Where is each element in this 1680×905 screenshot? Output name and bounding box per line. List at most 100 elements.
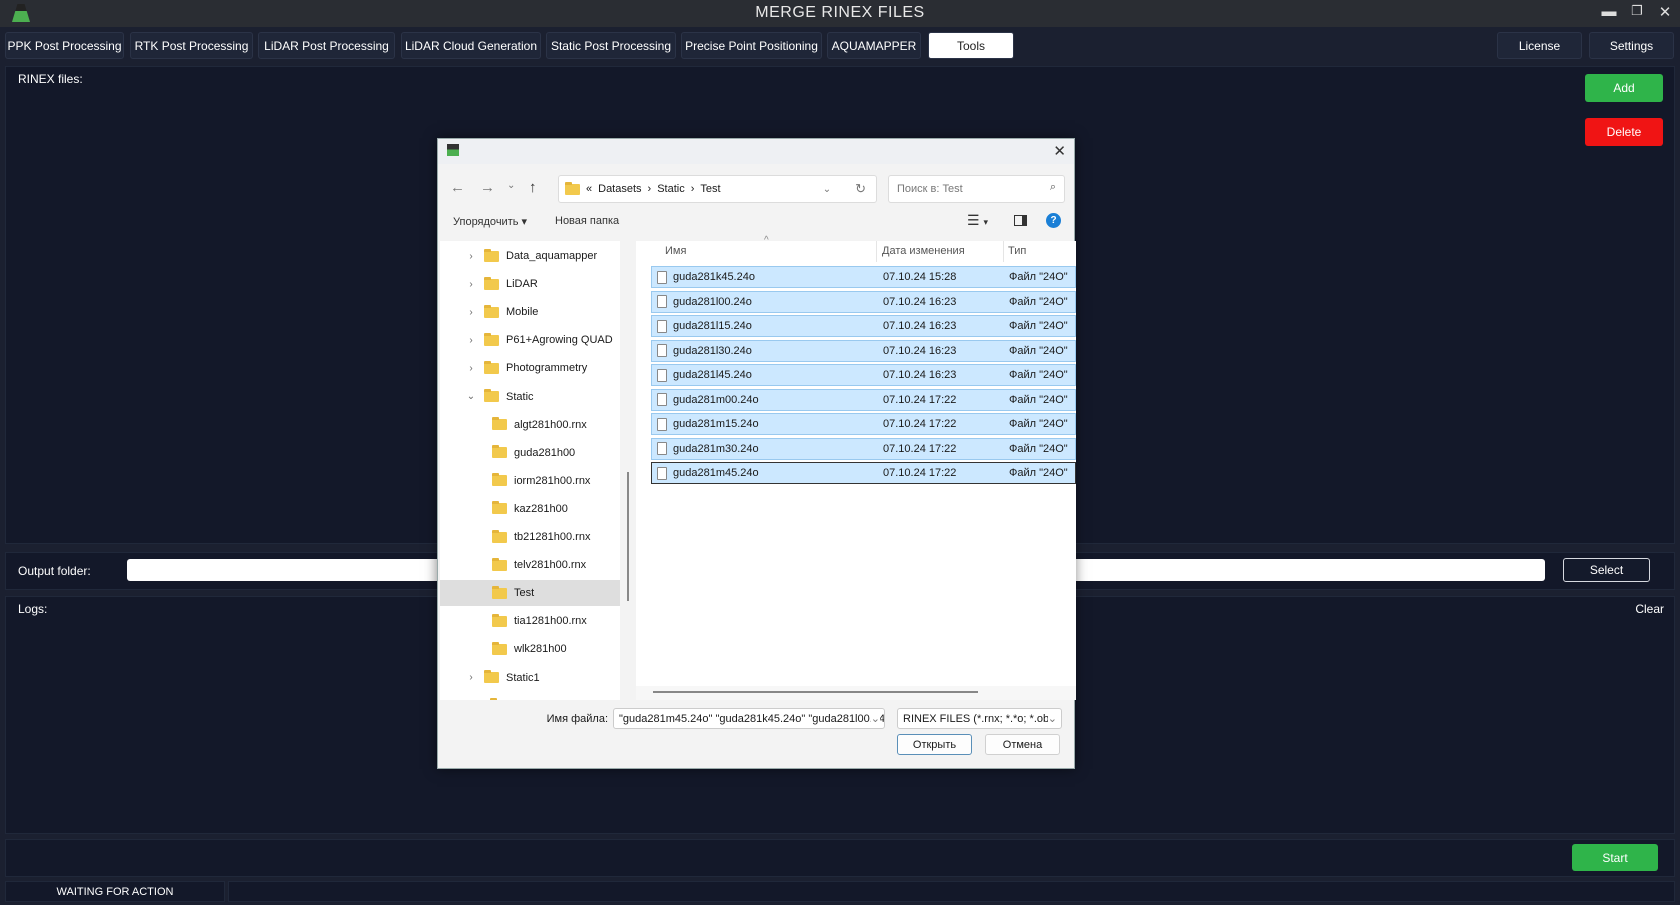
tab-ppk-post-processing[interactable]: PPK Post Processing <box>5 32 124 59</box>
tab-lidar-post-processing[interactable]: LiDAR Post Processing <box>258 32 395 59</box>
file-row[interactable]: guda281m30.24o 07.10.24 17:22 Файл "24O" <box>651 437 1076 460</box>
file-type-dropdown-icon[interactable]: ⌄ <box>1047 712 1057 725</box>
add-button[interactable]: Add <box>1585 74 1663 102</box>
tree-item[interactable]: › LiDAR <box>440 271 620 297</box>
folder-icon <box>492 613 507 627</box>
restore-icon[interactable]: ❐ <box>1627 3 1647 19</box>
file-date: 07.10.24 15:28 <box>883 271 957 283</box>
address-bar[interactable]: « Datasets › Static › Test ⌄ ↻ <box>558 175 877 203</box>
tab-aquamapper[interactable]: AQUAMAPPER <box>827 32 921 59</box>
file-type: Файл "24O" <box>1009 295 1068 308</box>
folder-icon <box>492 557 507 571</box>
tab-tools[interactable]: Tools <box>928 32 1014 59</box>
tree-item[interactable]: › P61+Agrowing QUAD <box>440 327 620 353</box>
tree-item[interactable]: ⌄ Static <box>440 384 620 410</box>
file-row[interactable]: guda281l00.24o 07.10.24 16:23 Файл "24O" <box>651 290 1076 313</box>
chevron-right-icon[interactable]: › <box>464 335 478 346</box>
tree-item[interactable]: › Data_aquamapper <box>440 243 620 269</box>
rinex-files-label: RINEX files: <box>18 72 83 86</box>
tab-static-post-processing[interactable]: Static Post Processing <box>546 32 676 59</box>
column-name[interactable]: Имя <box>665 245 686 257</box>
filename-dropdown-icon[interactable]: ⌄ <box>870 712 880 725</box>
tab-precise-point-positioning[interactable]: Precise Point Positioning <box>681 32 822 59</box>
tree-item-label: tb21281h00.rnx <box>514 531 591 543</box>
recent-chevron-icon[interactable]: ⌄ <box>507 180 515 191</box>
chevron-right-icon[interactable]: › <box>464 307 478 318</box>
tree-scrollbar[interactable] <box>627 472 629 601</box>
tree-item[interactable]: › Mobile <box>440 299 620 325</box>
dialog-close-icon[interactable]: ✕ <box>1053 142 1066 160</box>
address-dropdown-icon[interactable]: ⌄ <box>823 184 831 195</box>
breadcrumb-test[interactable]: Test <box>700 183 720 195</box>
file-row[interactable]: guda281m00.24o 07.10.24 17:22 Файл "24O" <box>651 388 1076 411</box>
file-row[interactable]: guda281l15.24o 07.10.24 16:23 Файл "24O" <box>651 315 1076 337</box>
start-button[interactable]: Start <box>1572 844 1658 871</box>
file-icon <box>657 270 667 284</box>
sort-ascending-icon: ^ <box>764 235 769 246</box>
file-row[interactable]: guda281l45.24o 07.10.24 16:23 Файл "24O" <box>651 364 1076 386</box>
column-date[interactable]: Дата изменения <box>882 245 965 257</box>
tree-item[interactable]: › Static1 <box>440 665 620 691</box>
file-row[interactable]: guda281k45.24o 07.10.24 15:28 Файл "24O" <box>651 266 1076 288</box>
file-type-select[interactable]: RINEX FILES (*.rnx; *.*o; *.obs; * ⌄ <box>897 708 1062 729</box>
tree-item-label: kaz281h00 <box>514 502 568 515</box>
tab-settings[interactable]: Settings <box>1589 32 1674 59</box>
tree-item-label: tia1281h00.rnx <box>514 615 587 628</box>
cancel-button[interactable]: Отмена <box>985 734 1060 755</box>
close-icon[interactable]: ✕ <box>1655 3 1675 21</box>
tree-item[interactable]: algt281h00.rnx <box>440 412 620 438</box>
file-type: Файл "24O" <box>1009 369 1068 381</box>
view-options-icon[interactable]: ☰ ▾ <box>967 212 988 229</box>
file-row[interactable]: guda281m15.24o 07.10.24 17:22 Файл "24O" <box>651 413 1076 435</box>
breadcrumb-overflow[interactable]: « <box>586 183 592 195</box>
tree-item-label: P61+Agrowing QUAD <box>506 334 613 347</box>
tab-lidar-cloud-generation[interactable]: LiDAR Cloud Generation <box>401 32 541 59</box>
tab-rtk-post-processing[interactable]: RTK Post Processing <box>130 32 253 59</box>
tree-item[interactable]: telv281h00.rnx <box>440 552 620 578</box>
file-row[interactable]: guda281m45.24o 07.10.24 17:22 Файл "24O" <box>651 462 1076 484</box>
chevron-right-icon[interactable]: › <box>464 672 478 683</box>
chevron-right-icon[interactable]: › <box>464 363 478 374</box>
file-icon <box>657 319 667 333</box>
horizontal-scrollbar[interactable] <box>653 691 978 693</box>
chevron-right-icon[interactable]: › <box>464 251 478 262</box>
help-icon[interactable]: ? <box>1046 213 1061 228</box>
filename-input[interactable]: "guda281m45.24o" "guda281k45.24o" "guda2… <box>613 708 885 729</box>
tree-item[interactable]: kaz281h00 <box>440 496 620 522</box>
select-button[interactable]: Select <box>1563 558 1650 582</box>
up-icon[interactable]: ↑ <box>529 179 537 196</box>
breadcrumb-datasets[interactable]: Datasets <box>598 183 641 195</box>
chevron-down-icon[interactable]: ⌄ <box>464 391 478 402</box>
preview-pane-icon[interactable] <box>1014 215 1027 226</box>
minimize-icon[interactable]: ▬ <box>1599 3 1619 20</box>
tree-item[interactable]: iorm281h00.rnx <box>440 468 620 494</box>
chevron-right-icon[interactable]: › <box>464 279 478 290</box>
forward-icon[interactable]: → <box>480 179 495 196</box>
file-type: Файл "24O" <box>1009 467 1068 479</box>
filename-label: Имя файла: <box>546 713 608 725</box>
file-row[interactable]: guda281l30.24o 07.10.24 16:23 Файл "24O" <box>651 339 1076 362</box>
tree-item[interactable]: guda281h00 <box>440 440 620 466</box>
open-file-dialog: ✕ ← → ⌄ ↑ « Datasets › Static › Test ⌄ ↻ П… <box>437 138 1076 769</box>
tree-item[interactable]: wlk281h00 <box>440 636 620 662</box>
column-divider[interactable] <box>876 241 877 262</box>
search-input[interactable]: Поиск в: Test ⌕ <box>888 175 1065 203</box>
back-icon[interactable]: ← <box>450 179 465 196</box>
tree-item[interactable]: tia1281h00.rnx <box>440 608 620 634</box>
file-date: 07.10.24 16:23 <box>883 295 957 308</box>
column-divider[interactable] <box>1003 241 1004 262</box>
tree-item[interactable]: Test <box>440 580 620 607</box>
delete-button[interactable]: Delete <box>1585 118 1663 146</box>
open-button[interactable]: Открыть <box>897 734 972 755</box>
clear-logs-button[interactable]: Clear <box>1635 602 1664 616</box>
tree-item[interactable]: tb21281h00.rnx <box>440 524 620 550</box>
tree-item[interactable] <box>440 693 620 700</box>
tab-license[interactable]: License <box>1497 32 1582 59</box>
breadcrumb-static[interactable]: Static <box>657 183 685 195</box>
column-type[interactable]: Тип <box>1008 245 1026 257</box>
file-list-header: Имя ^ Дата изменения Тип <box>636 235 1076 262</box>
new-folder-button[interactable]: Новая папка <box>555 215 619 227</box>
tree-item[interactable]: › Photogrammetry <box>440 355 620 381</box>
refresh-icon[interactable]: ↻ <box>855 181 866 197</box>
organize-menu[interactable]: Упорядочить ▾ <box>453 215 527 228</box>
